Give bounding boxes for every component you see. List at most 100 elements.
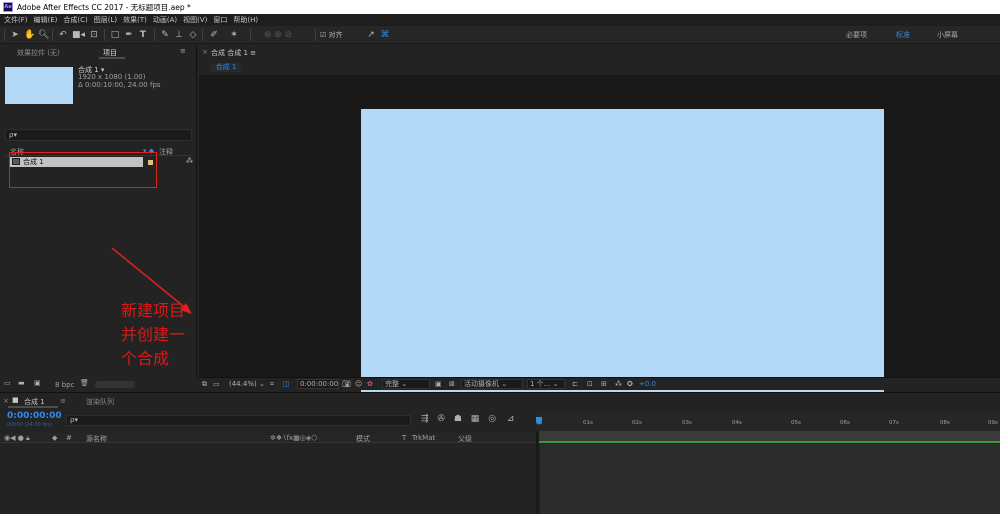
column-parent[interactable]: 父级 xyxy=(458,434,472,444)
region-of-interest-icon[interactable]: ▣ xyxy=(435,380,442,389)
new-folder-icon[interactable]: ▬ xyxy=(18,379,25,387)
close-icon[interactable]: × xyxy=(202,48,208,56)
ruler-tick: 08s xyxy=(940,420,950,426)
snap-icon[interactable]: ↗ xyxy=(366,29,376,41)
motion-blur-icon[interactable]: ◎ xyxy=(488,414,496,424)
zoom-tool-icon[interactable]: 🔍︎ xyxy=(38,29,49,41)
snap-options-icon[interactable]: ⌘ xyxy=(380,29,390,41)
mask-visibility-icon[interactable]: ◫ xyxy=(283,380,290,389)
time-ruler[interactable]: 0s 01s 02s 03s 04s 05s 06s 07s 08s 09s xyxy=(536,413,1000,431)
workspace-small-screen[interactable]: 小屏幕 xyxy=(937,30,958,40)
current-time-field[interactable]: 0:00:00:00 xyxy=(297,379,339,389)
project-search-input[interactable]: ρ▾ xyxy=(5,129,192,141)
timeline-icon[interactable]: ⊡ xyxy=(587,380,593,389)
monitor-icon[interactable]: ▭ xyxy=(213,380,220,389)
axis-mode-icons[interactable]: ⊕ ⊗ ⊘ xyxy=(258,29,298,41)
trash-icon[interactable]: 🗑︎ xyxy=(80,379,89,387)
track-area[interactable] xyxy=(540,444,1000,514)
new-comp-icon[interactable]: ▣ xyxy=(34,379,41,387)
av-switches-icon[interactable]: ◉◀ ● 🔒︎ xyxy=(4,434,30,443)
current-time-display[interactable]: 0:00:00:00 xyxy=(7,411,62,421)
interpret-footage-icon[interactable]: ▭ xyxy=(4,379,11,387)
menu-composition[interactable]: 合成(C) xyxy=(63,15,87,25)
menu-bar: 文件(F) 编辑(E) 合成(C) 图层(L) 效果(T) 动画(A) 视图(V… xyxy=(0,14,1000,26)
views-dropdown[interactable]: 1 个... ⌄ xyxy=(527,379,565,389)
frame-blending-icon[interactable]: ▦ xyxy=(471,414,480,424)
safe-zones-icon[interactable]: ⌗ xyxy=(270,380,274,389)
composition-canvas[interactable] xyxy=(361,109,884,403)
brush-tool-icon[interactable]: ✎ xyxy=(160,29,170,41)
panel-menu-icon[interactable]: ≡ xyxy=(60,397,66,405)
comp-duration-bar xyxy=(539,431,1000,443)
tab-active-indicator xyxy=(8,406,58,408)
column-source-name[interactable]: 源名称 xyxy=(86,434,107,444)
clone-stamp-tool-icon[interactable]: ⊥ xyxy=(174,29,184,41)
roto-brush-tool-icon[interactable]: ✐ xyxy=(208,29,220,41)
close-icon[interactable]: × xyxy=(3,397,9,405)
column-trkmat[interactable]: TrkMat xyxy=(412,434,435,442)
column-t[interactable]: T xyxy=(402,434,406,442)
workspace-standard[interactable]: 标准 xyxy=(896,30,910,40)
flowchart-icon[interactable]: ⁂ xyxy=(186,157,193,165)
layer-column-header: ◉◀ ● 🔒︎ ◆ # 源名称 ✲❖∖fx▦◎◈⬡ 模式 T TrkMat 父级 xyxy=(0,433,536,443)
layer-list[interactable] xyxy=(0,444,536,514)
puppet-tool-icon[interactable]: ✶ xyxy=(228,29,240,41)
comp-breadcrumb[interactable]: 合成 1 xyxy=(211,63,241,72)
bit-depth-button[interactable]: 8 bpc xyxy=(55,381,74,389)
hand-tool-icon[interactable]: ✋ xyxy=(24,29,35,41)
comp-flowchart-icon[interactable]: ⊞ xyxy=(601,380,607,389)
draft-3d-icon[interactable]: ✇ xyxy=(437,414,445,424)
channel-icon[interactable]: ✿ xyxy=(367,380,373,389)
exposure-value[interactable]: +0.0 xyxy=(639,380,656,389)
workspace-essentials[interactable]: 必要项 xyxy=(846,30,867,40)
tools-toolbar: ➤ ✋ 🔍︎ ↶ ■◂ ⊡ □ ✒ T ✎ ⊥ ◇ ✐ ✶ ⊕ ⊗ ⊘ ☑ 对齐… xyxy=(0,26,1000,44)
tab-render-queue[interactable]: 渲染队列 xyxy=(86,397,114,407)
timeline-switches: ⇶ ✇ ☗ ▦ ◎ ⊿ xyxy=(421,414,514,424)
timeline-search-input[interactable]: ρ▾ xyxy=(66,415,411,426)
pan-behind-tool-icon[interactable]: ⊡ xyxy=(88,29,100,41)
menu-file[interactable]: 文件(F) xyxy=(4,15,28,25)
chevron-down-icon[interactable]: ⌄ xyxy=(259,380,265,389)
menu-help[interactable]: 帮助(H) xyxy=(233,15,258,25)
graph-editor-icon[interactable]: ⊿ xyxy=(507,414,515,424)
layer-switches-icons[interactable]: ✲❖∖fx▦◎◈⬡ xyxy=(270,434,317,442)
pen-tool-icon[interactable]: ✒ xyxy=(124,29,134,41)
canvas-area[interactable] xyxy=(199,75,1000,403)
shy-layers-icon[interactable]: ☗ xyxy=(454,414,462,424)
menu-effect[interactable]: 效果(T) xyxy=(123,15,147,25)
column-note[interactable]: 注释 xyxy=(159,147,173,157)
tab-effect-controls[interactable]: 效果控件 (无) xyxy=(17,48,60,58)
window-title: Adobe After Effects CC 2017 - 无标题项目.aep … xyxy=(17,2,191,12)
snapshot-icon[interactable]: 📷︎ xyxy=(342,380,351,389)
fast-preview-icon[interactable]: ⊏ xyxy=(572,380,578,389)
rotate-tool-icon[interactable]: ↶ xyxy=(58,29,68,41)
camera-tool-icon[interactable]: ■◂ xyxy=(72,29,85,41)
project-footer: ▭ ▬ ▣ 8 bpc 🗑︎ xyxy=(0,379,197,391)
align-checkbox[interactable]: ☑ 对齐 xyxy=(320,29,350,41)
column-number[interactable]: # xyxy=(66,434,72,442)
menu-layer[interactable]: 图层(L) xyxy=(94,15,117,25)
selection-tool-icon[interactable]: ➤ xyxy=(10,29,20,41)
thumbnail-slider[interactable] xyxy=(95,381,135,388)
panel-menu-icon[interactable]: ≡ xyxy=(180,47,186,55)
menu-view[interactable]: 视图(V) xyxy=(183,15,207,25)
menu-window[interactable]: 窗口 xyxy=(213,15,227,25)
label-column-icon[interactable]: ◆ xyxy=(52,434,57,442)
current-time-indicator[interactable] xyxy=(536,417,542,425)
eraser-tool-icon[interactable]: ◇ xyxy=(188,29,198,41)
resolution-dropdown[interactable]: 完整 ⌄ xyxy=(382,379,430,389)
menu-edit[interactable]: 编辑(E) xyxy=(34,15,58,25)
show-snapshot-icon[interactable]: ☺ xyxy=(355,380,362,389)
reset-exposure-icon[interactable]: ✪ xyxy=(627,380,633,389)
menu-animation[interactable]: 动画(A) xyxy=(153,15,177,25)
rectangle-tool-icon[interactable]: □ xyxy=(110,29,120,41)
always-preview-icon[interactable]: ⧉ xyxy=(202,380,207,389)
tab-composition[interactable]: 合成 合成 1 ≡ xyxy=(211,48,256,58)
column-mode[interactable]: 模式 xyxy=(356,434,370,444)
type-tool-icon[interactable]: T xyxy=(138,29,148,41)
comp-mini-flowchart-icon[interactable]: ⇶ xyxy=(421,414,429,424)
camera-dropdown[interactable]: 活动摄像机 ⌄ xyxy=(461,379,523,389)
flowchart-icon[interactable]: ⁂ xyxy=(615,380,622,389)
transparency-grid-icon[interactable]: ⊠ xyxy=(449,380,455,389)
magnification-dropdown[interactable]: (44.4%) xyxy=(229,380,257,389)
